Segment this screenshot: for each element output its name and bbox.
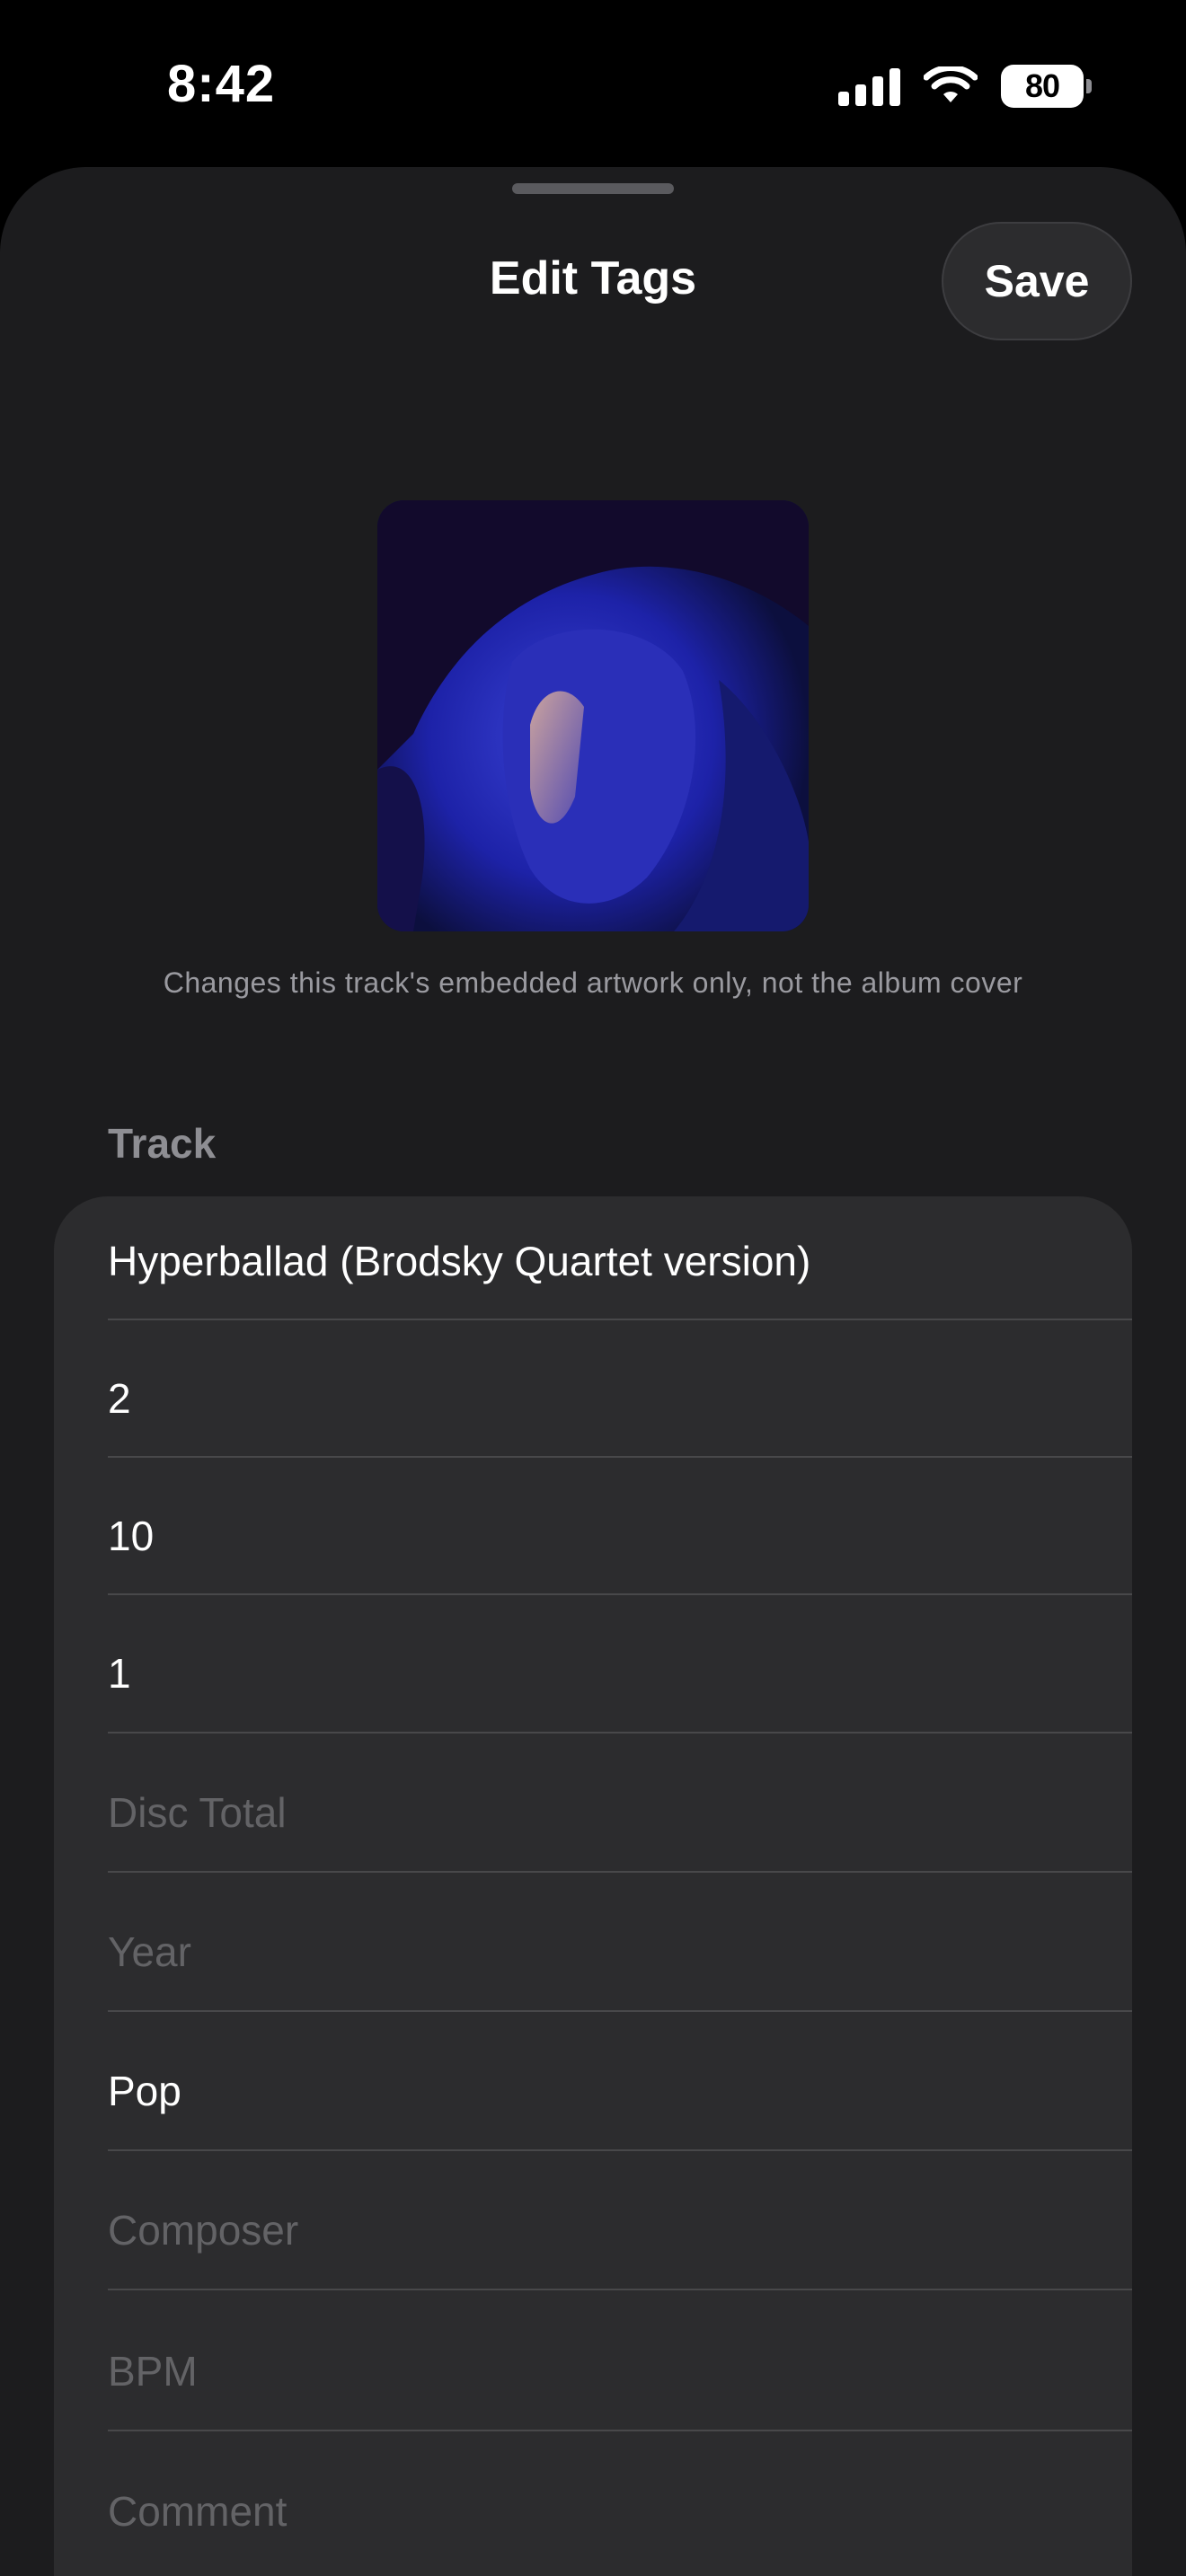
disc-number-field[interactable]: 1 [108,1649,1132,1698]
status-icons: 80 [838,65,1092,108]
genre-field[interactable]: Pop [108,2067,1132,2115]
battery-level: 80 [1024,67,1060,104]
artwork-caption: Changes this track's embedded artwork on… [163,966,1023,999]
field-divider [108,1456,1132,1458]
composer-field[interactable]: Composer [108,2206,1132,2254]
wifi-icon [924,66,978,102]
section-header-track: Track [108,1120,217,1167]
save-button[interactable]: Save [942,222,1132,340]
cellular-signal-icon [838,66,900,106]
track-total-field[interactable]: 10 [108,1512,1132,1560]
disc-total-field[interactable]: Disc Total [108,1788,1132,1837]
status-time: 8:42 [167,55,276,113]
field-divider [108,2010,1132,2012]
field-divider [108,1319,1132,1320]
track-number-field[interactable]: 2 [108,1374,1132,1423]
track-fields-card: Hyperballad (Brodsky Quartet version) 2 … [54,1196,1132,2576]
edit-tags-sheet: Edit Tags Save Changes this track's embe… [0,167,1186,2576]
field-divider [108,2149,1132,2151]
status-bar: 8:42 80 [0,0,1186,166]
artwork-image [377,500,809,931]
field-divider [108,2430,1132,2431]
field-divider [108,1593,1132,1595]
year-field[interactable]: Year [108,1928,1132,1976]
title-field[interactable]: Hyperballad (Brodsky Quartet version) [108,1237,1132,1285]
field-divider [108,1732,1132,1734]
track-artwork[interactable] [377,500,809,931]
field-divider [108,2289,1132,2290]
sheet-grabber[interactable] [512,183,674,194]
field-divider [108,1871,1132,1873]
comment-field[interactable]: Comment [108,2487,1132,2536]
bpm-field[interactable]: BPM [108,2347,1132,2395]
battery-icon: 80 [1001,65,1092,108]
